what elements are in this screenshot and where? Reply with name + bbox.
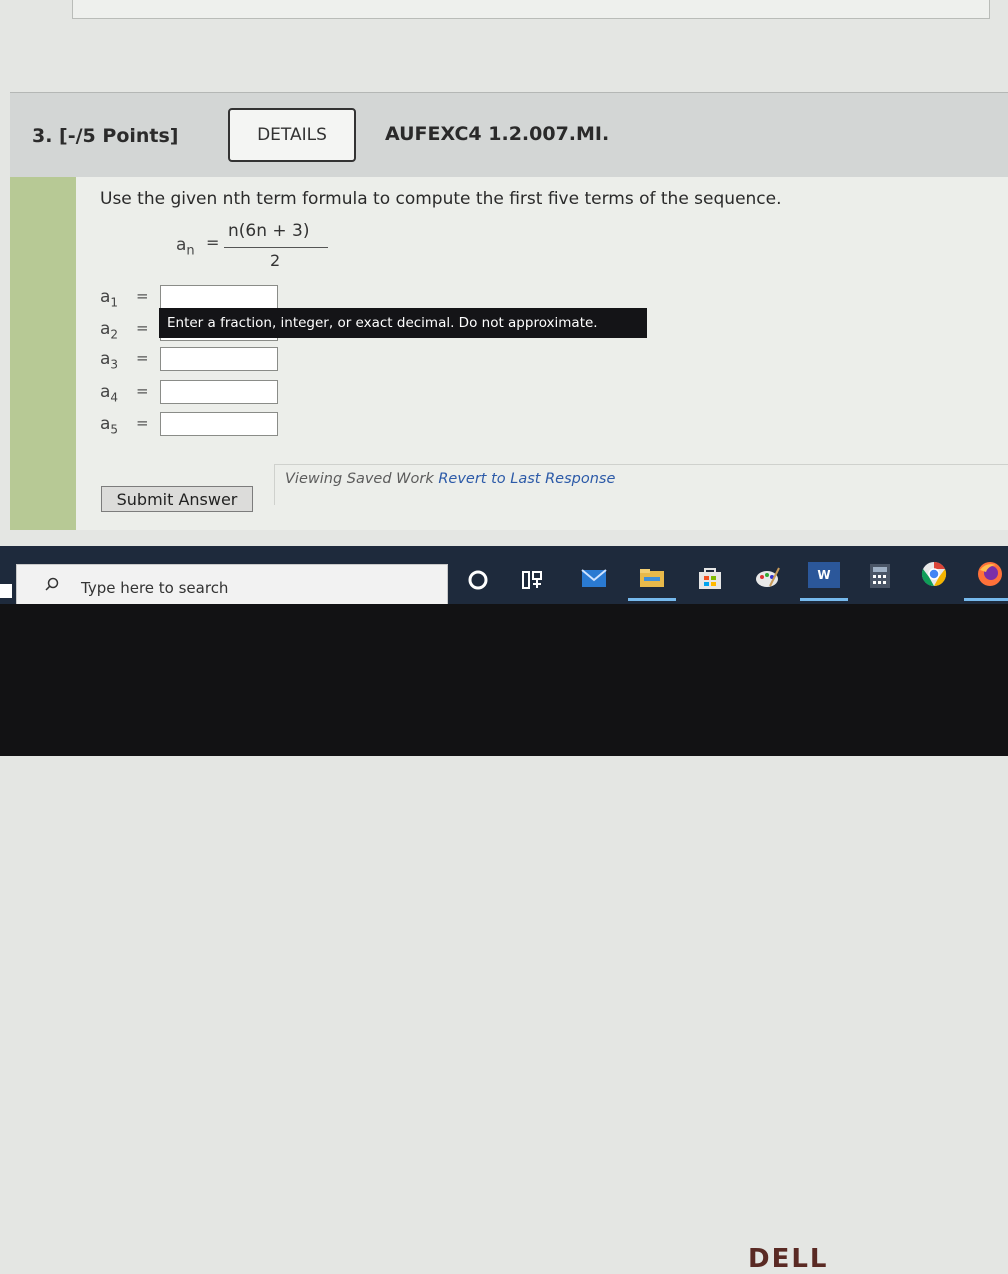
formula-lhs: an	[176, 235, 195, 259]
answer-row-a3: a3 =	[100, 347, 300, 373]
paint-icon[interactable]	[754, 564, 782, 592]
answer-label: a2	[100, 319, 119, 342]
file-explorer-icon[interactable]	[638, 564, 666, 592]
cortana-icon[interactable]	[464, 566, 492, 594]
search-placeholder: Type here to search	[81, 579, 229, 597]
input-hint-tooltip: Enter a fraction, integer, or exact deci…	[159, 308, 647, 338]
answer-row-a5: a5 =	[100, 412, 300, 438]
status-text: Viewing Saved Work Revert to Last Respon…	[285, 471, 616, 487]
firefox-icon[interactable]	[976, 560, 1004, 588]
mail-icon[interactable]	[580, 564, 608, 592]
active-app-indicator	[964, 598, 1008, 601]
answer-label: a3	[100, 349, 119, 372]
question-prompt: Use the given nth term formula to comput…	[100, 189, 782, 209]
start-icon[interactable]	[0, 584, 12, 598]
taskbar-search-bar[interactable]: Type here to search	[16, 564, 448, 606]
nth-term-formula: an = n(6n + 3) 2	[176, 221, 346, 271]
formula-denominator: 2	[270, 251, 281, 270]
answer-input-a3[interactable]	[160, 347, 278, 371]
saved-work-status: Viewing Saved Work Revert to Last Respon…	[274, 464, 1008, 505]
previous-question-box	[72, 0, 990, 19]
store-icon[interactable]	[696, 564, 724, 592]
details-button[interactable]: DETAILS	[228, 108, 356, 162]
answer-label: a1	[100, 287, 119, 310]
dell-logo: DELL	[748, 1244, 829, 1274]
active-app-indicator	[800, 598, 848, 601]
answer-label: a5	[100, 414, 119, 437]
fraction-bar	[224, 247, 328, 248]
monitor-bezel: DELL	[0, 604, 1008, 1274]
question-number: 3. [-/5 Points]	[32, 125, 179, 147]
calculator-icon[interactable]	[866, 562, 894, 590]
answer-input-a4[interactable]	[160, 380, 278, 404]
formula-numerator: n(6n + 3)	[228, 221, 310, 241]
chrome-icon[interactable]	[920, 560, 948, 588]
answer-input-a5[interactable]	[160, 412, 278, 436]
question-code: AUFEXC4 1.2.007.MI.	[385, 123, 610, 145]
answer-label: a4	[100, 382, 119, 405]
formula-equals: =	[206, 233, 220, 252]
active-app-indicator	[628, 598, 676, 601]
question-sidebar	[10, 177, 76, 530]
answer-input-a1[interactable]	[160, 285, 278, 309]
revert-link[interactable]: Revert to Last Response	[438, 471, 615, 487]
answer-row-a4: a4 =	[100, 380, 300, 406]
search-icon	[45, 577, 59, 591]
task-view-icon[interactable]	[518, 566, 546, 594]
word-icon[interactable]: W	[808, 562, 840, 588]
question-header: 3. [-/5 Points] DETAILS AUFEXC4 1.2.007.…	[10, 92, 1008, 177]
submit-answer-button[interactable]: Submit Answer	[101, 486, 253, 512]
